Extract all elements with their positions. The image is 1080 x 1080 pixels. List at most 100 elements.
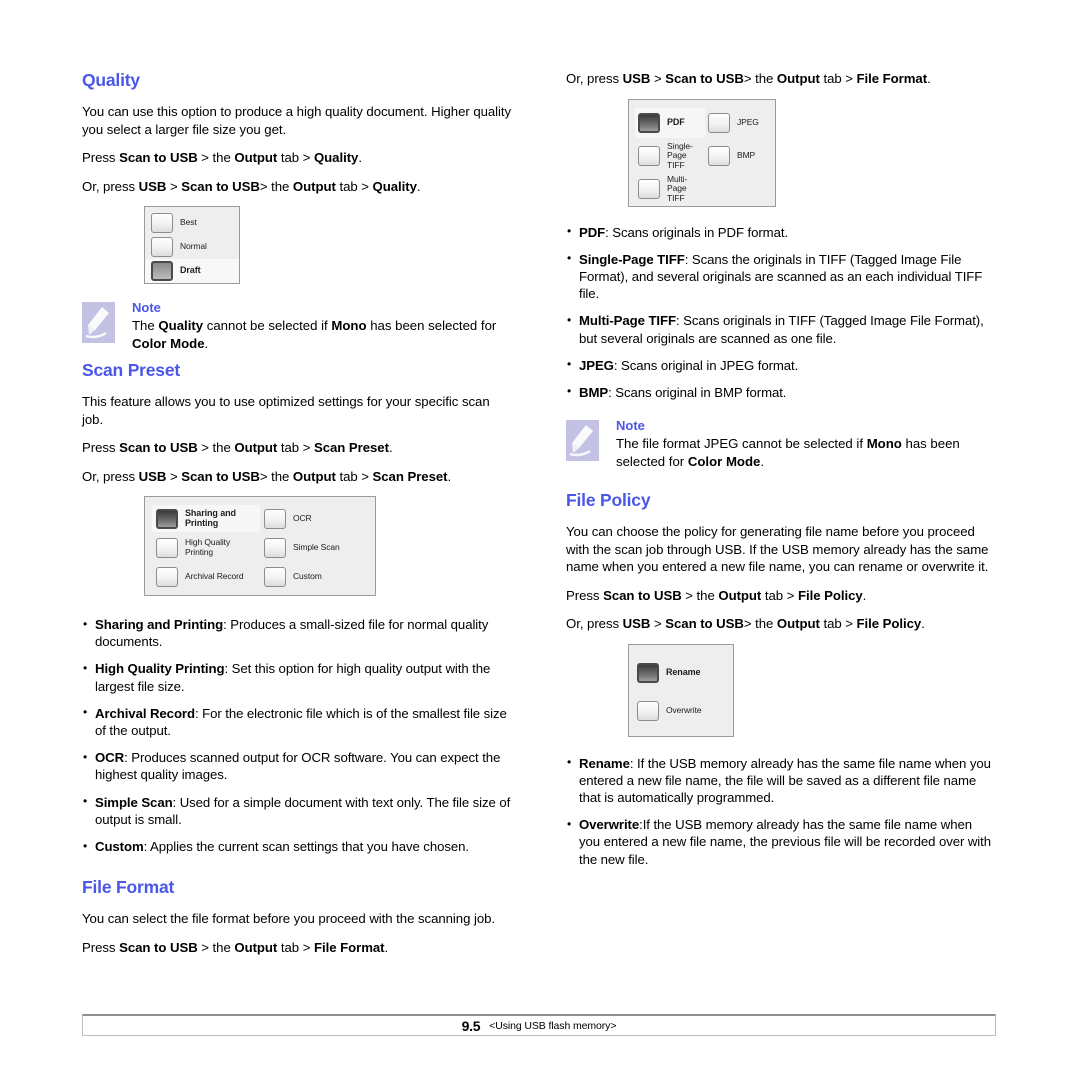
- note-pen-icon: [82, 302, 115, 343]
- option-label: OCR: [293, 512, 312, 523]
- list-item: Overwrite:If the USB memory already has …: [566, 816, 996, 868]
- text-bold: Scan to USB: [119, 150, 198, 165]
- file-format-intro: You can select the file format before yo…: [82, 911, 496, 927]
- text-fragment: .: [447, 468, 452, 484]
- file-format-bullet-list: PDF: Scans originals in PDF format. Sing…: [566, 223, 996, 402]
- text-fragment: tab >: [819, 616, 857, 632]
- text-fragment: Press: [82, 440, 120, 455]
- scan-preset-intro: This feature allows you to use optimized…: [82, 394, 490, 427]
- scan-preset-path-primary: Press Scan to USB > the Output tab > Sca…: [82, 439, 512, 457]
- list-item: Rename: If the USB memory already has th…: [566, 754, 996, 807]
- quality-path-alt: Or, press USB > Scan to USB> the Output …: [82, 178, 512, 196]
- note-pen-icon: [566, 420, 599, 462]
- heading-scan-preset: Scan Preset: [82, 360, 180, 380]
- text-fragment: .: [384, 939, 389, 955]
- text-fragment: Or, press: [566, 71, 623, 86]
- text-fragment: .: [921, 616, 925, 632]
- text-fragment: .: [416, 178, 421, 194]
- preset-option-custom: Custom: [260, 563, 368, 590]
- checkbox-checked-icon: [637, 662, 659, 683]
- text-fragment: has been selected for: [366, 318, 497, 333]
- text-fragment: > the: [197, 939, 235, 955]
- text-fragment: > the: [681, 587, 719, 603]
- text-fragment: .: [927, 71, 931, 86]
- option-label: High Quality Printing: [185, 537, 231, 557]
- page-footer: 9.5 <Using USB flash memory>: [82, 1014, 996, 1036]
- text-bold: Output: [776, 616, 820, 632]
- term-bold: BMP: [579, 384, 609, 400]
- text-bold: USB: [138, 178, 167, 194]
- list-item: Sharing and Printing: Produces a small-s…: [82, 615, 512, 650]
- term-bold: Custom: [95, 839, 144, 855]
- text-bold: File Format: [856, 71, 928, 86]
- option-label: Simple Scan: [293, 541, 340, 552]
- text-fragment: tab >: [335, 178, 373, 194]
- quality-option-normal: Normal: [145, 235, 239, 259]
- text-fragment: tab >: [819, 71, 857, 86]
- text-bold: Scan to USB: [665, 71, 744, 86]
- text-fragment: The file format JPEG cannot be selected …: [616, 436, 867, 452]
- checkbox-icon: [264, 508, 286, 529]
- note-file-format: Note The file format JPEG cannot be sele…: [566, 418, 996, 470]
- text-bold: Scan to USB: [119, 440, 198, 455]
- term-text: : Applies the current scan settings that…: [143, 839, 469, 855]
- text-fragment: > the: [743, 71, 777, 86]
- text-fragment: >: [166, 178, 182, 194]
- text-fragment: tab >: [277, 939, 314, 955]
- format-option-single-page-tiff: Single-Page TIFF: [635, 141, 705, 171]
- term-text: : Scans original in BMP format.: [608, 384, 787, 400]
- policy-option-overwrite: Overwrite: [637, 692, 733, 730]
- text-fragment: > the: [197, 440, 235, 455]
- format-row: Multi-Page TIFF: [635, 173, 775, 206]
- format-option-multi-page-tiff: Multi-Page TIFF: [635, 174, 705, 204]
- file-policy-dialog-screenshot: Rename Overwrite: [628, 643, 734, 737]
- term-text: :If the USB memory already has the same …: [579, 817, 991, 867]
- text-fragment: Or, press: [82, 468, 139, 484]
- text-bold: Color Mode: [687, 453, 761, 469]
- text-fragment: Press: [82, 150, 120, 165]
- scan-preset-path-alt: Or, press USB > Scan to USB> the Output …: [82, 468, 512, 486]
- checkbox-icon: [151, 213, 173, 233]
- list-item: Single-Page TIFF: Scans the originals in…: [566, 250, 996, 303]
- text-fragment: .: [358, 150, 362, 165]
- checkbox-icon: [264, 566, 286, 587]
- text-fragment: .: [862, 587, 867, 603]
- text-bold: Scan to USB: [603, 587, 682, 603]
- format-row: Single-Page TIFF BMP: [635, 140, 775, 173]
- checkbox-icon: [638, 179, 660, 199]
- option-label: BMP: [737, 150, 756, 161]
- option-label: Normal: [180, 241, 207, 252]
- preset-row: Archival Record Custom: [152, 562, 375, 591]
- checkbox-icon: [708, 113, 730, 133]
- text-fragment: >: [650, 71, 666, 86]
- option-label: Overwrite: [666, 704, 702, 715]
- text-bold: Output: [718, 587, 762, 603]
- checkbox-icon: [156, 537, 178, 558]
- text-bold: USB: [622, 616, 651, 632]
- text-bold: Mono: [331, 318, 367, 333]
- format-empty-cell: [705, 174, 775, 204]
- text-bold: Scan Preset: [313, 440, 389, 455]
- list-item: JPEG: Scans original in JPEG format.: [566, 356, 996, 374]
- option-label: Rename: [666, 666, 701, 677]
- list-item: PDF: Scans originals in PDF format.: [566, 223, 996, 241]
- text-fragment: Press: [82, 939, 120, 955]
- text-fragment: tab >: [277, 440, 314, 455]
- option-label: Best: [180, 217, 197, 228]
- text-bold: Scan Preset: [372, 468, 448, 484]
- note-body: The file format JPEG cannot be selected …: [616, 435, 996, 470]
- text-fragment: > the: [259, 178, 293, 194]
- preset-option-ocr: OCR: [260, 505, 368, 532]
- term-bold: Multi-Page TIFF: [579, 313, 676, 329]
- text-bold: Output: [234, 440, 278, 455]
- format-option-bmp: BMP: [705, 141, 775, 171]
- right-column: Or, press USB > Scan to USB> the Output …: [566, 70, 996, 878]
- scan-preset-bullet-list: Sharing and Printing: Produces a small-s…: [82, 615, 512, 855]
- format-option-pdf: PDF: [635, 108, 705, 138]
- text-bold: Scan to USB: [665, 616, 744, 632]
- text-fragment: tab >: [761, 587, 798, 603]
- preset-grid: Sharing and Printing OCR High Quality Pr…: [152, 504, 375, 591]
- text-bold: USB: [138, 468, 167, 484]
- text-bold: Output: [292, 178, 336, 194]
- term-bold: Single-Page TIFF: [579, 251, 685, 267]
